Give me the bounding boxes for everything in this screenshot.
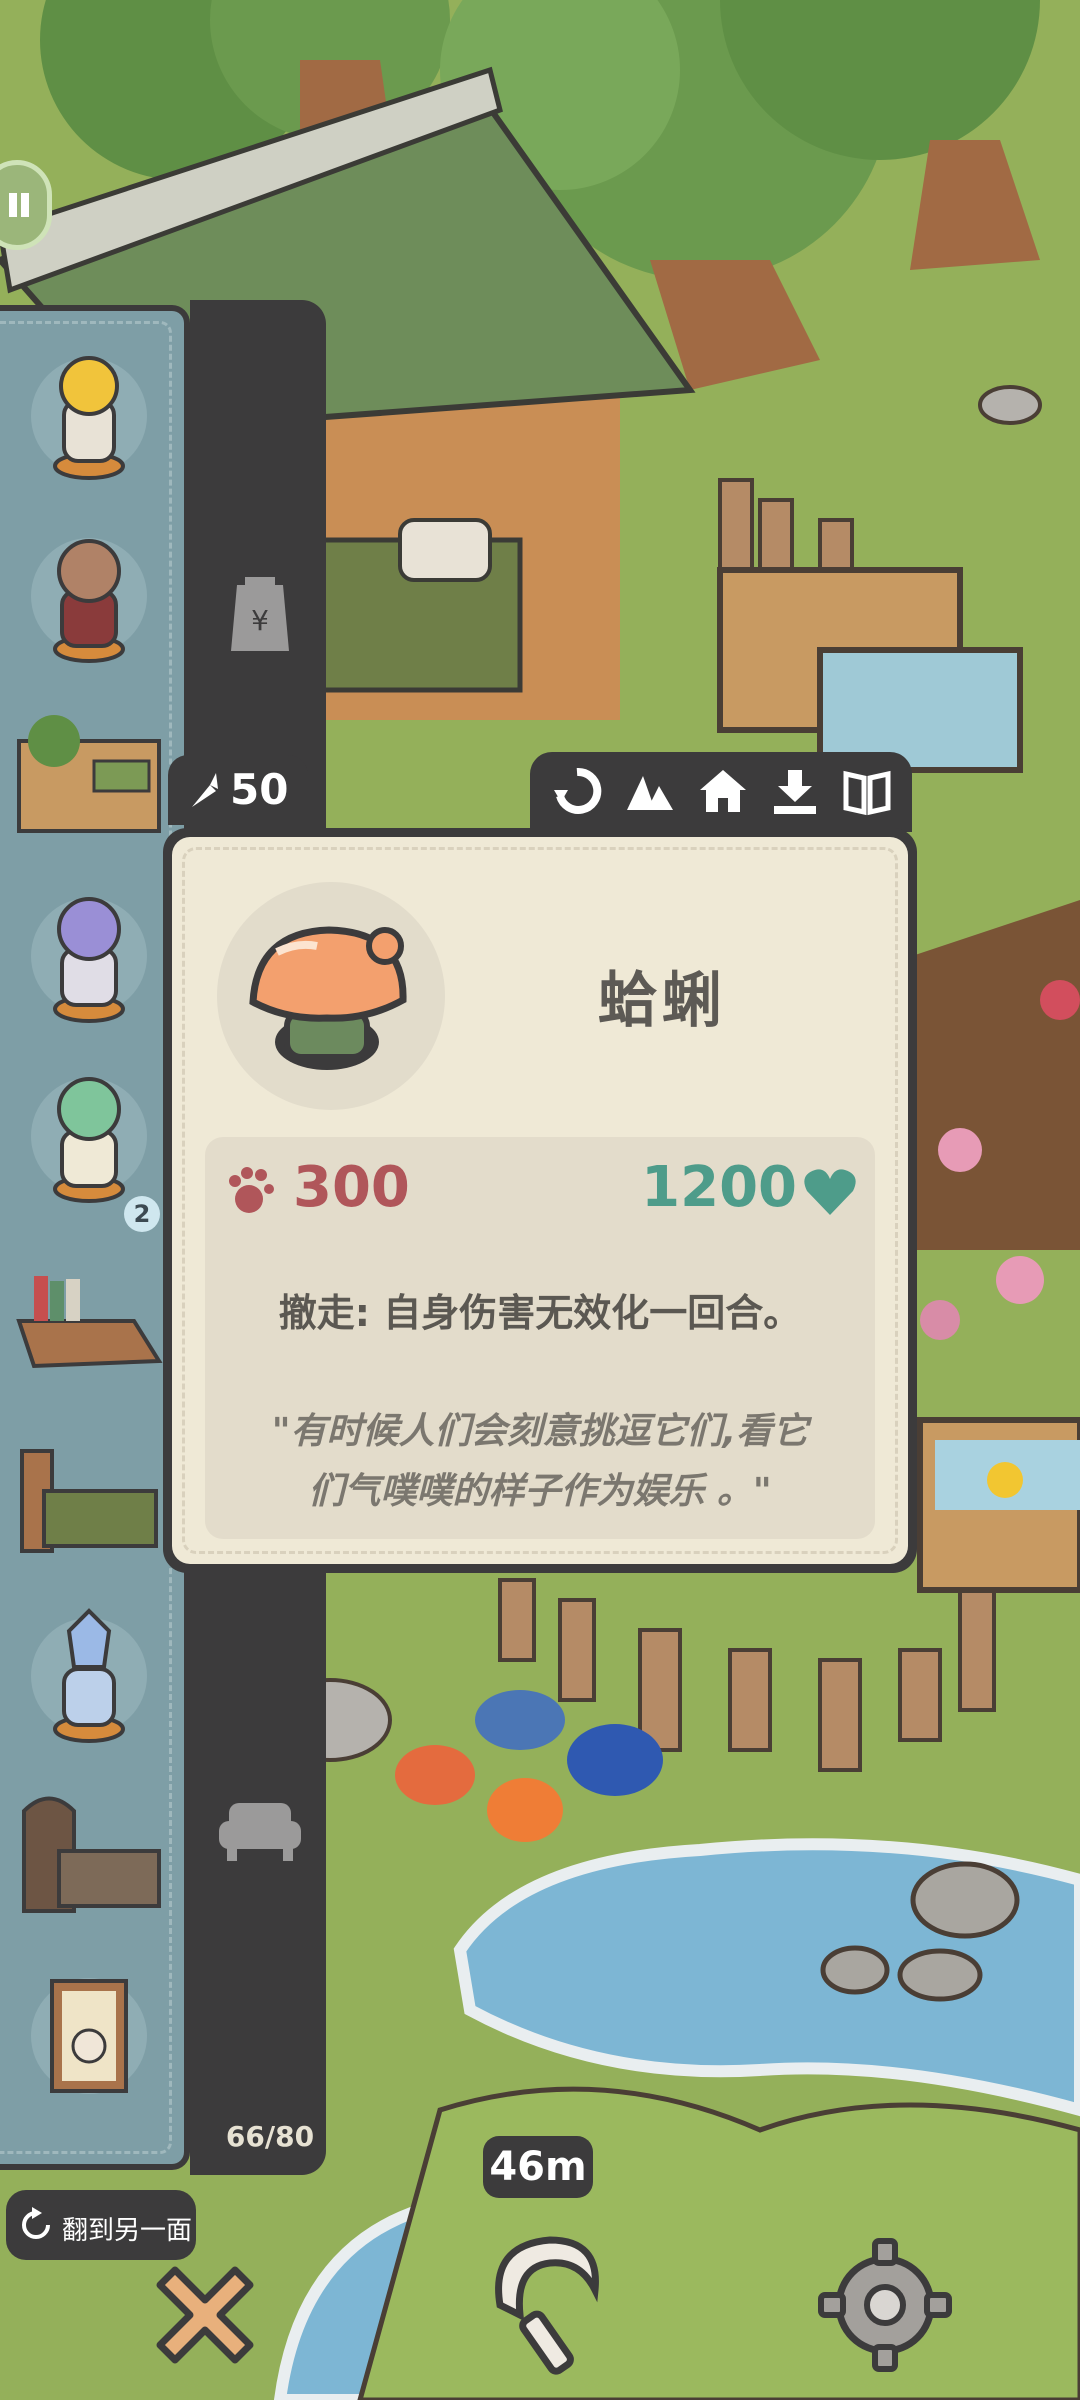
mountain-icon[interactable] [625, 766, 675, 816]
carrot-icon [192, 773, 218, 807]
stats-box: 300 1200 撤走: 自身伤害无效化一回合。 "有时候人们会刻意挑逗它们,看… [205, 1137, 875, 1539]
flip-icon [22, 2207, 50, 2239]
unit-info-card: 蛤蜊 300 1200 撤走: 自身伤害无效化一回合。 "有时候人们会刻意挑逗它… [163, 828, 917, 1573]
settings-button[interactable] [815, 2235, 955, 2375]
attack-value: 300 [293, 1155, 410, 1220]
home-icon[interactable] [698, 766, 748, 816]
close-icon [156, 2266, 254, 2364]
flavor-line-1: "有时候人们会刻意挑逗它们,看它 [271, 1411, 809, 1452]
paw-icon [229, 1167, 274, 1213]
robot-figure-icon[interactable] [14, 881, 164, 1031]
sickle-icon [495, 2236, 599, 2375]
duck-tub [917, 1417, 1080, 1593]
clam-portrait [217, 882, 445, 1110]
inventory-count: 66/80 [225, 2120, 315, 2153]
book-icon[interactable] [842, 766, 892, 816]
svg-text:¥: ¥ [251, 604, 269, 637]
cost-tab: 50 [168, 755, 308, 825]
rabbit-painting-icon[interactable] [14, 1961, 164, 2111]
card-action-bar [530, 752, 912, 832]
close-button[interactable] [140, 2250, 270, 2380]
dark-bed-icon[interactable] [14, 1781, 164, 1931]
grass-ledge [357, 2086, 1080, 2400]
flavor-line-2: 们气噗噗的样子作为娱乐 。" [308, 1471, 772, 1512]
distance-badge: 46m [483, 2136, 593, 2198]
card-paper: 蛤蜊 300 1200 撤走: 自身伤害无效化一回合。 "有时候人们会刻意挑逗它… [172, 837, 908, 1564]
gold-mask-figure-icon[interactable] [14, 341, 164, 491]
health-value: 1200 [641, 1155, 797, 1220]
frog-figure-icon[interactable] [14, 1061, 164, 1211]
garden-soil [900, 900, 1080, 1250]
sickle-button[interactable] [470, 2225, 620, 2385]
pause-icon [9, 193, 29, 217]
sofa-icon[interactable] [215, 1795, 305, 1865]
download-icon[interactable] [770, 766, 820, 816]
seed-bag-icon[interactable]: ¥ [225, 575, 295, 655]
heart-icon [804, 1169, 856, 1215]
unit-name: 蛤蜊 [598, 966, 726, 1036]
rotate-icon[interactable] [552, 766, 602, 816]
flavor-text: "有时候人们会刻意挑逗它们,看它 们气噗噗的样子作为娱乐 。" [245, 1402, 835, 1522]
inventory-panel[interactable]: 2 [0, 305, 190, 2170]
bed-icon[interactable] [14, 1421, 164, 1571]
plant-shelf-icon[interactable] [14, 701, 164, 851]
flip-side-label: 翻到另一面 [62, 2216, 193, 2246]
clam-icon [249, 926, 407, 1070]
gear-icon [818, 2238, 952, 2372]
bear-figure-icon[interactable] [14, 521, 164, 671]
card-cost: 50 [230, 765, 289, 814]
ability-text: 撤走: 自身伤害无效化一回合。 [278, 1291, 802, 1335]
pause-button[interactable] [0, 160, 52, 250]
crystal-figure-icon[interactable] [14, 1601, 164, 1751]
item-count-badge: 2 [124, 1196, 160, 1232]
bookshelf-icon[interactable] [14, 1241, 164, 1391]
